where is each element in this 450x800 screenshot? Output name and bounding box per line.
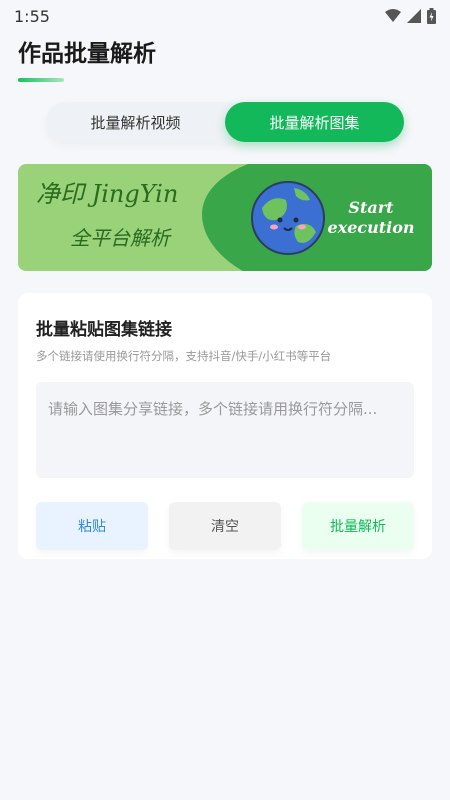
- banner-subtitle: 全平台解析: [70, 226, 170, 250]
- links-input[interactable]: [36, 382, 414, 478]
- batch-parse-button[interactable]: 批量解析: [302, 502, 414, 550]
- signal-icon: [407, 9, 421, 23]
- tab-batch-video[interactable]: 批量解析视频: [46, 102, 225, 142]
- paste-button[interactable]: 粘贴: [36, 502, 148, 550]
- card-subtitle: 多个链接请使用换行符分隔，支持抖音/快手/小红书等平台: [36, 349, 332, 363]
- globe-mascot-icon: [251, 181, 325, 255]
- tab-bar: 批量解析视频 批量解析图集: [46, 102, 404, 142]
- header: 作品批量解析: [0, 32, 450, 82]
- batch-paste-card: 批量粘贴图集链接 多个链接请使用换行符分隔，支持抖音/快手/小红书等平台 粘贴 …: [18, 293, 432, 559]
- banner-cta-text: Start execution: [327, 198, 415, 237]
- promo-banner: 净印 JingYin 全平台解析 Start execution: [18, 164, 432, 271]
- tab-batch-gallery[interactable]: 批量解析图集: [225, 102, 404, 142]
- status-time: 1:55: [14, 6, 50, 26]
- wifi-icon: [385, 9, 401, 22]
- title-underline: [18, 78, 64, 82]
- status-bar: 1:55: [0, 0, 450, 32]
- action-buttons: 粘贴 清空 批量解析: [36, 502, 414, 550]
- status-icons: [385, 8, 436, 24]
- card-title: 批量粘贴图集链接: [36, 320, 172, 340]
- banner-title: 净印 JingYin: [36, 180, 179, 208]
- battery-icon: [427, 8, 436, 24]
- page-title: 作品批量解析: [18, 41, 156, 67]
- clear-button[interactable]: 清空: [169, 502, 281, 550]
